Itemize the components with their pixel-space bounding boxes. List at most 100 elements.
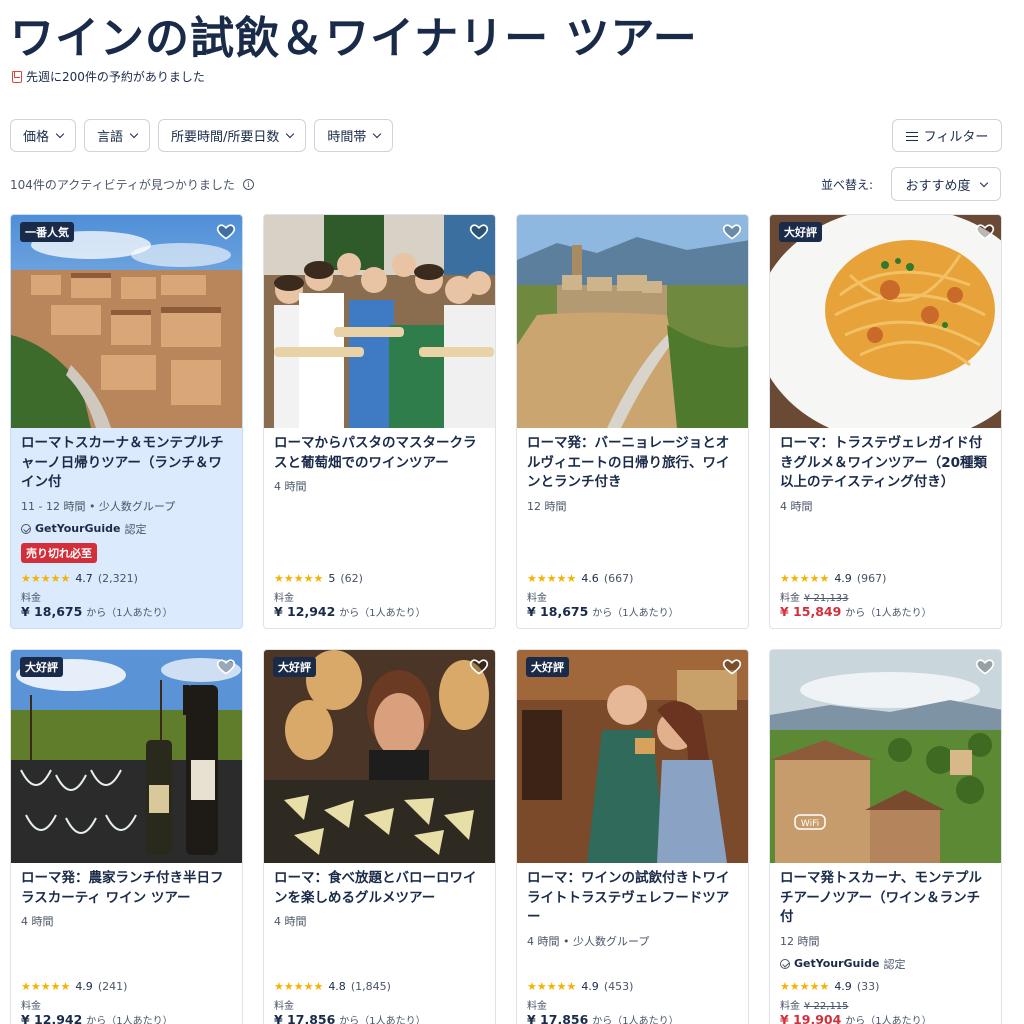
- activity-card[interactable]: 大好評 ローマ：トラステヴェレガイド付きグルメ＆ワインツアー（20種類以上のテイ…: [769, 214, 1002, 629]
- review-count: (241): [97, 980, 128, 993]
- heart-icon[interactable]: [216, 656, 236, 676]
- heart-icon[interactable]: [975, 656, 995, 676]
- price: ¥ 17,856 から（1人あたり）: [527, 1012, 738, 1024]
- price-unit: から（1人あたり）: [86, 608, 173, 619]
- rating-value: 4.8: [328, 980, 346, 993]
- heart-icon[interactable]: [216, 221, 236, 241]
- rating-value: 4.9: [581, 980, 599, 993]
- info-icon[interactable]: i: [242, 179, 254, 190]
- price-label: 料金: [274, 589, 485, 604]
- activity-title[interactable]: ローマトスカーナ＆モンテプルチャーノ日帰りツアー（ランチ＆ワイン付: [21, 434, 232, 493]
- badge: 大好評: [20, 657, 63, 677]
- price: ¥ 12,942 から（1人あたり）: [21, 1012, 232, 1024]
- price: ¥ 12,942 から（1人あたり）: [274, 604, 485, 619]
- activity-title[interactable]: ローマ発：バーニョレージョとオルヴィエートの日帰り旅行、ワインとランチ付き: [527, 434, 738, 493]
- heart-icon[interactable]: [469, 221, 489, 241]
- montepulciano-photo: WiFi: [770, 650, 1001, 863]
- original-price: ¥ 21,133: [804, 593, 849, 604]
- certified-label: GetYourGuide 認定: [780, 956, 991, 972]
- activity-card[interactable]: 大好評 ローマ発：農家ランチ付き半日フラスカーティ ワイン ツアー 4 時間 ★…: [10, 649, 243, 1024]
- activity-title[interactable]: ローマ発：農家ランチ付き半日フラスカーティ ワイン ツアー: [21, 869, 232, 908]
- price-label-text: 料金: [274, 593, 294, 604]
- price-label-text: 料金: [527, 1001, 547, 1012]
- activity-title[interactable]: ローマ：食べ放題とバローロワインを楽しめるグルメツアー: [274, 869, 485, 908]
- activity-meta: 12 時間: [780, 934, 820, 948]
- price: ¥ 19,904 から（1人あたり）: [780, 1012, 991, 1024]
- original-price: ¥ 22,115: [804, 1001, 849, 1012]
- heart-icon[interactable]: [722, 656, 742, 676]
- rating-value: 4.7: [75, 572, 93, 585]
- activity-title[interactable]: ローマ発トスカーナ、モンテプルチアーノツアー（ワイン＆ランチ付: [780, 869, 991, 928]
- heart-icon[interactable]: [722, 221, 742, 241]
- activity-image: 大好評: [517, 650, 748, 863]
- filter-language[interactable]: 言語: [84, 119, 151, 152]
- rating-value: 4.9: [75, 980, 93, 993]
- chevron-down-icon: [55, 129, 65, 139]
- activity-meta: 4 時間 • 少人数グループ: [527, 934, 650, 948]
- activity-meta: 4 時間: [274, 480, 307, 493]
- heart-icon[interactable]: [975, 221, 995, 241]
- badge: 大好評: [273, 657, 316, 677]
- activity-image: 大好評: [11, 650, 242, 863]
- rating: ★★★★★ 4.9 (33): [780, 980, 991, 993]
- price-value: ¥ 18,675: [21, 604, 83, 619]
- rating-value: 4.6: [581, 572, 599, 585]
- review-count: (2,321): [97, 572, 138, 585]
- activity-card[interactable]: 大好評 ローマ：食べ放題とバローロワインを楽しめるグルメツアー 4 時間 ★★★…: [263, 649, 496, 1024]
- price-value: ¥ 12,942: [274, 604, 336, 619]
- chevron-down-icon: [979, 178, 988, 187]
- price-value: ¥ 17,856: [527, 1012, 589, 1024]
- booking-notice-text: 先週に200件の予約がありました: [26, 70, 205, 84]
- activity-image: [264, 215, 495, 428]
- filter-duration[interactable]: 所要時間/所要日数: [158, 119, 307, 152]
- price-label-text: 料金: [274, 1001, 294, 1012]
- rating: ★★★★★ 4.6 (667): [527, 572, 738, 585]
- price-label-text: 料金: [527, 593, 547, 604]
- activity-image: 一番人気: [11, 215, 242, 428]
- activity-image: WiFi: [770, 650, 1001, 863]
- rating: ★★★★★ 4.7 (2,321): [21, 572, 232, 585]
- review-count: (453): [603, 980, 634, 993]
- price-unit: から（1人あたり）: [339, 1016, 426, 1024]
- filter-label: 所要時間/所要日数: [171, 130, 280, 145]
- filter-time-of-day[interactable]: 時間帯: [314, 119, 394, 152]
- star-icon: ★★★★★: [780, 980, 830, 993]
- filters-button-label: フィルター: [923, 130, 989, 145]
- review-count: (33): [856, 980, 880, 993]
- activity-title[interactable]: ローマ：トラステヴェレガイド付きグルメ＆ワインツアー（20種類以上のテイスティン…: [780, 434, 991, 493]
- activity-card[interactable]: 大好評 ローマ：ワインの試飲付きトワイライトトラステヴェレフードツアー 4 時間…: [516, 649, 749, 1024]
- certified-brand: GetYourGuide: [35, 522, 121, 535]
- activity-card[interactable]: 一番人気 ローマトスカーナ＆モンテプルチャーノ日帰りツアー（ランチ＆ワイン付 1…: [10, 214, 243, 629]
- filter-label: 価格: [23, 130, 50, 145]
- price-unit: から（1人あたり）: [845, 1016, 932, 1024]
- rating-value: 4.9: [834, 980, 852, 993]
- review-count: (667): [603, 572, 634, 585]
- price-unit: から（1人あたり）: [592, 1016, 679, 1024]
- heart-icon[interactable]: [469, 656, 489, 676]
- filters-button[interactable]: フィルター: [892, 119, 1002, 152]
- bookmark-icon: [12, 70, 22, 83]
- price-unit: から（1人あたり）: [592, 608, 679, 619]
- activity-title[interactable]: ローマ：ワインの試飲付きトワイライトトラステヴェレフードツアー: [527, 869, 738, 928]
- rating: ★★★★★ 5 (62): [274, 572, 485, 585]
- price: ¥ 18,675 から（1人あたり）: [527, 604, 738, 619]
- activity-title[interactable]: ローマからパスタのマスタークラスと葡萄畑でのワインツアー: [274, 434, 485, 473]
- activity-card[interactable]: ローマからパスタのマスタークラスと葡萄畑でのワインツアー 4 時間 ★★★★★ 5…: [263, 214, 496, 629]
- gourmet-cheese-photo: [264, 650, 495, 863]
- activity-card[interactable]: ローマ発：バーニョレージョとオルヴィエートの日帰り旅行、ワインとランチ付き 12…: [516, 214, 749, 629]
- page-title: ワインの試飲＆ワイナリー ツアー: [10, 13, 698, 64]
- price-value: ¥ 18,675: [527, 604, 589, 619]
- filter-price[interactable]: 価格: [10, 119, 77, 152]
- activity-card[interactable]: WiFi ローマ発トスカーナ、モンテプルチアーノツアー（ワイン＆ランチ付 12 …: [769, 649, 1002, 1024]
- sort-select[interactable]: おすすめ度: [891, 167, 1001, 201]
- certified-text: 認定: [883, 957, 906, 971]
- activity-meta: 4 時間: [21, 915, 54, 928]
- results-count: 104件のアクティビティが見つかりました i: [10, 176, 254, 193]
- sliders-icon: [905, 131, 918, 141]
- review-count: (1,845): [350, 980, 391, 993]
- price-label-text: 料金: [21, 1001, 41, 1012]
- price-label: 料金 ¥ 21,133: [780, 589, 991, 604]
- badge: 大好評: [526, 657, 569, 677]
- review-count: (62): [340, 572, 363, 585]
- activity-image: [517, 215, 748, 428]
